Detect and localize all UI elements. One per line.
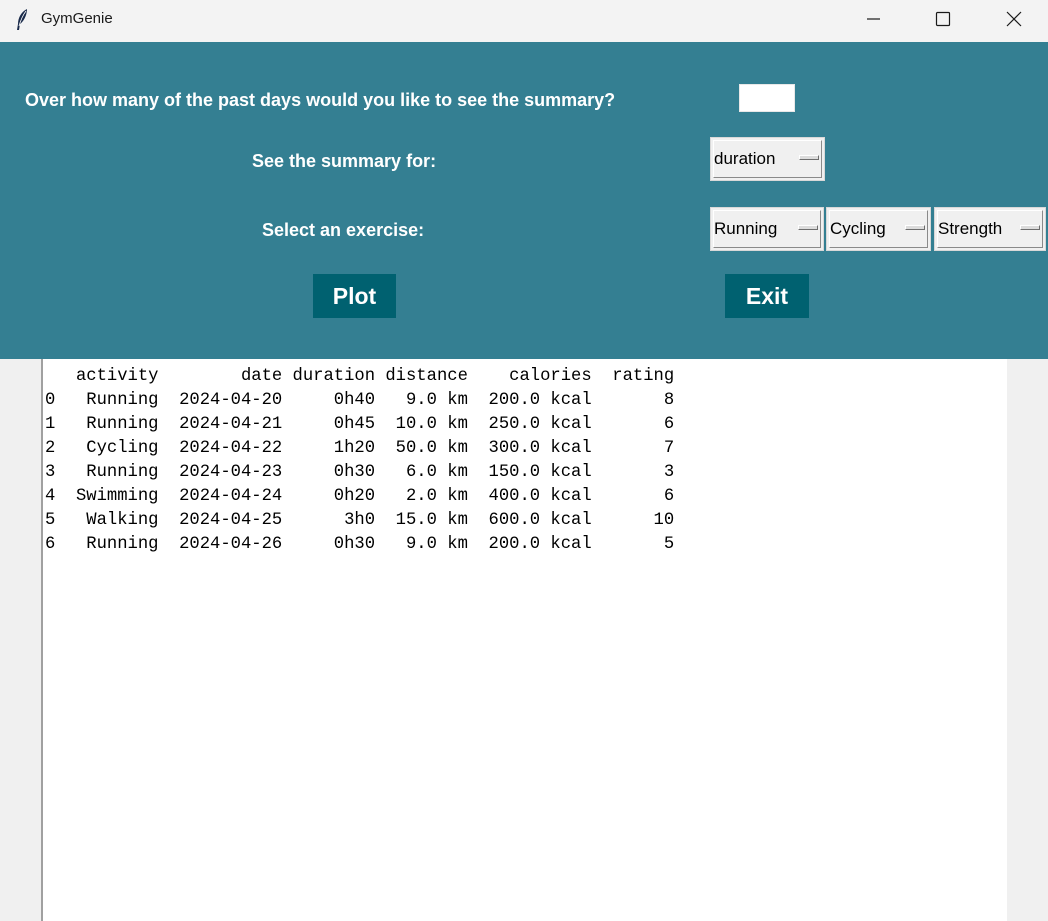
plot-button[interactable]: Plot (313, 274, 396, 318)
exercise-dropdown-running[interactable]: Running (710, 207, 824, 251)
close-button[interactable] (991, 0, 1037, 38)
summary-dropdown[interactable]: duration (710, 137, 825, 181)
exercise-dropdown-cycling[interactable]: Cycling (826, 207, 931, 251)
exit-button[interactable]: Exit (725, 274, 809, 318)
table-row: 4 Swimming 2024-04-24 0h20 2.0 km 400.0 … (45, 487, 675, 506)
exercise-dropdown-label: Strength (938, 219, 1003, 238)
feather-icon (17, 9, 27, 30)
summary-label: See the summary for: (252, 151, 437, 171)
table-row: 3 Running 2024-04-23 0h30 6.0 km 150.0 k… (45, 463, 675, 482)
exercise-dropdown-strength[interactable]: Strength (934, 207, 1046, 251)
exercise-dropdown-label: Cycling (830, 219, 886, 238)
table-row: 2 Cycling 2024-04-22 1h20 50.0 km 300.0 … (45, 439, 675, 458)
title-bar: GymGenie (0, 0, 1048, 42)
dropdown-indicator-icon (1020, 225, 1040, 230)
maximize-button[interactable] (920, 0, 966, 38)
summary-table: activity date duration distance calories… (45, 365, 674, 557)
summary-dropdown-value: duration (714, 149, 776, 168)
table-row: 1 Running 2024-04-21 0h45 10.0 km 250.0 … (45, 415, 675, 434)
days-input[interactable] (739, 84, 795, 112)
summary-output[interactable]: activity date duration distance calories… (41, 359, 1007, 921)
window-title: GymGenie (41, 10, 113, 27)
table-header: activity date duration distance calories… (45, 367, 675, 386)
days-question-label: Over how many of the past days would you… (25, 90, 616, 110)
minimize-icon (867, 18, 880, 20)
dropdown-indicator-icon (799, 155, 819, 160)
dropdown-indicator-icon (905, 225, 925, 230)
control-panel: Over how many of the past days would you… (0, 42, 1048, 359)
exercise-dropdown-label: Running (714, 219, 778, 238)
table-row: 0 Running 2024-04-20 0h40 9.0 km 200.0 k… (45, 391, 675, 410)
maximize-icon (935, 11, 951, 27)
minimize-button[interactable] (851, 0, 897, 38)
exercise-label: Select an exercise: (262, 220, 425, 240)
table-row: 6 Running 2024-04-26 0h30 9.0 km 200.0 k… (45, 535, 675, 554)
table-row: 5 Walking 2024-04-25 3h0 15.0 km 600.0 k… (45, 511, 675, 530)
close-icon (1006, 11, 1022, 27)
dropdown-indicator-icon (798, 225, 818, 230)
